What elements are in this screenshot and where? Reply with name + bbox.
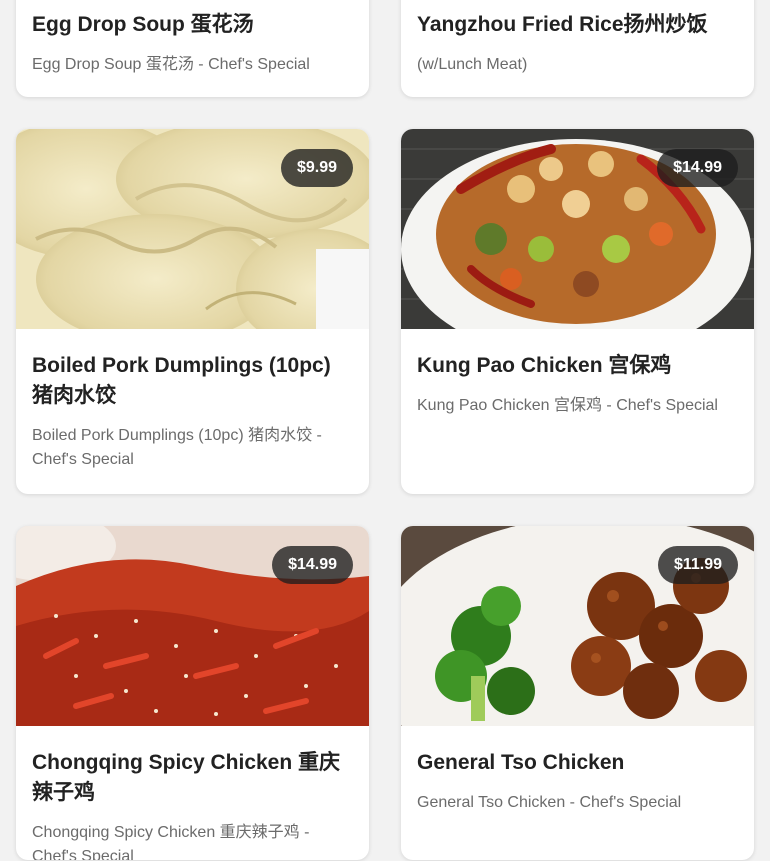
dumplings-photo: $9.99 (16, 129, 369, 329)
menu-item-card-kung-pao-chicken[interactable]: $14.99 Kung Pao Chicken 宫保鸡 Kung Pao Chi… (401, 129, 754, 494)
menu-item-title: Chongqing Spicy Chicken 重庆辣子鸡 (32, 751, 341, 804)
menu-item-description: Boiled Pork Dumplings (10pc) 猪肉水饺 - Chef… (32, 427, 322, 468)
menu-item-description: Chongqing Spicy Chicken 重庆辣子鸡 - Chef's S… (32, 824, 310, 860)
menu-item-card-general-tso-chicken[interactable]: $11.99 General Tso Chicken General Tso C… (401, 526, 754, 860)
menu-item-title: General Tso Chicken (417, 751, 625, 774)
menu-item-card-yangzhou-fried-rice[interactable]: Yangzhou Fried Rice扬州炒饭 (w/Lunch Meat) (401, 0, 754, 97)
menu-item-description: Kung Pao Chicken 宫保鸡 - Chef's Special (417, 397, 718, 414)
menu-item-card-boiled-pork-dumplings[interactable]: $9.99 Boiled Pork Dumplings (10pc) 猪肉水饺 … (16, 129, 369, 494)
menu-grid: Egg Drop Soup 蛋花汤 Egg Drop Soup 蛋花汤 - Ch… (0, 0, 770, 861)
spicy-chicken-photo: $14.99 (16, 526, 369, 726)
general-tso-chicken-photo: $11.99 (401, 526, 754, 726)
menu-item-card-chongqing-spicy-chicken[interactable]: $14.99 Chongqing Spicy Chicken 重庆辣子鸡 Cho… (16, 526, 369, 860)
price-badge: $11.99 (657, 546, 738, 584)
price-badge: $14.99 (272, 546, 353, 584)
menu-item-description: Egg Drop Soup 蛋花汤 - Chef's Special (32, 56, 310, 73)
price-badge: $9.99 (280, 149, 353, 187)
kung-pao-chicken-photo: $14.99 (401, 129, 754, 329)
menu-item-title: Boiled Pork Dumplings (10pc) 猪肉水饺 (32, 354, 331, 407)
menu-item-title: Egg Drop Soup 蛋花汤 (32, 13, 254, 36)
menu-item-description: General Tso Chicken - Chef's Special (417, 794, 682, 811)
menu-item-title: Yangzhou Fried Rice扬州炒饭 (417, 13, 708, 36)
menu-item-description: (w/Lunch Meat) (417, 56, 528, 73)
price-badge: $14.99 (657, 149, 738, 187)
menu-item-card-egg-drop-soup[interactable]: Egg Drop Soup 蛋花汤 Egg Drop Soup 蛋花汤 - Ch… (16, 0, 369, 97)
menu-item-title: Kung Pao Chicken 宫保鸡 (417, 354, 672, 377)
